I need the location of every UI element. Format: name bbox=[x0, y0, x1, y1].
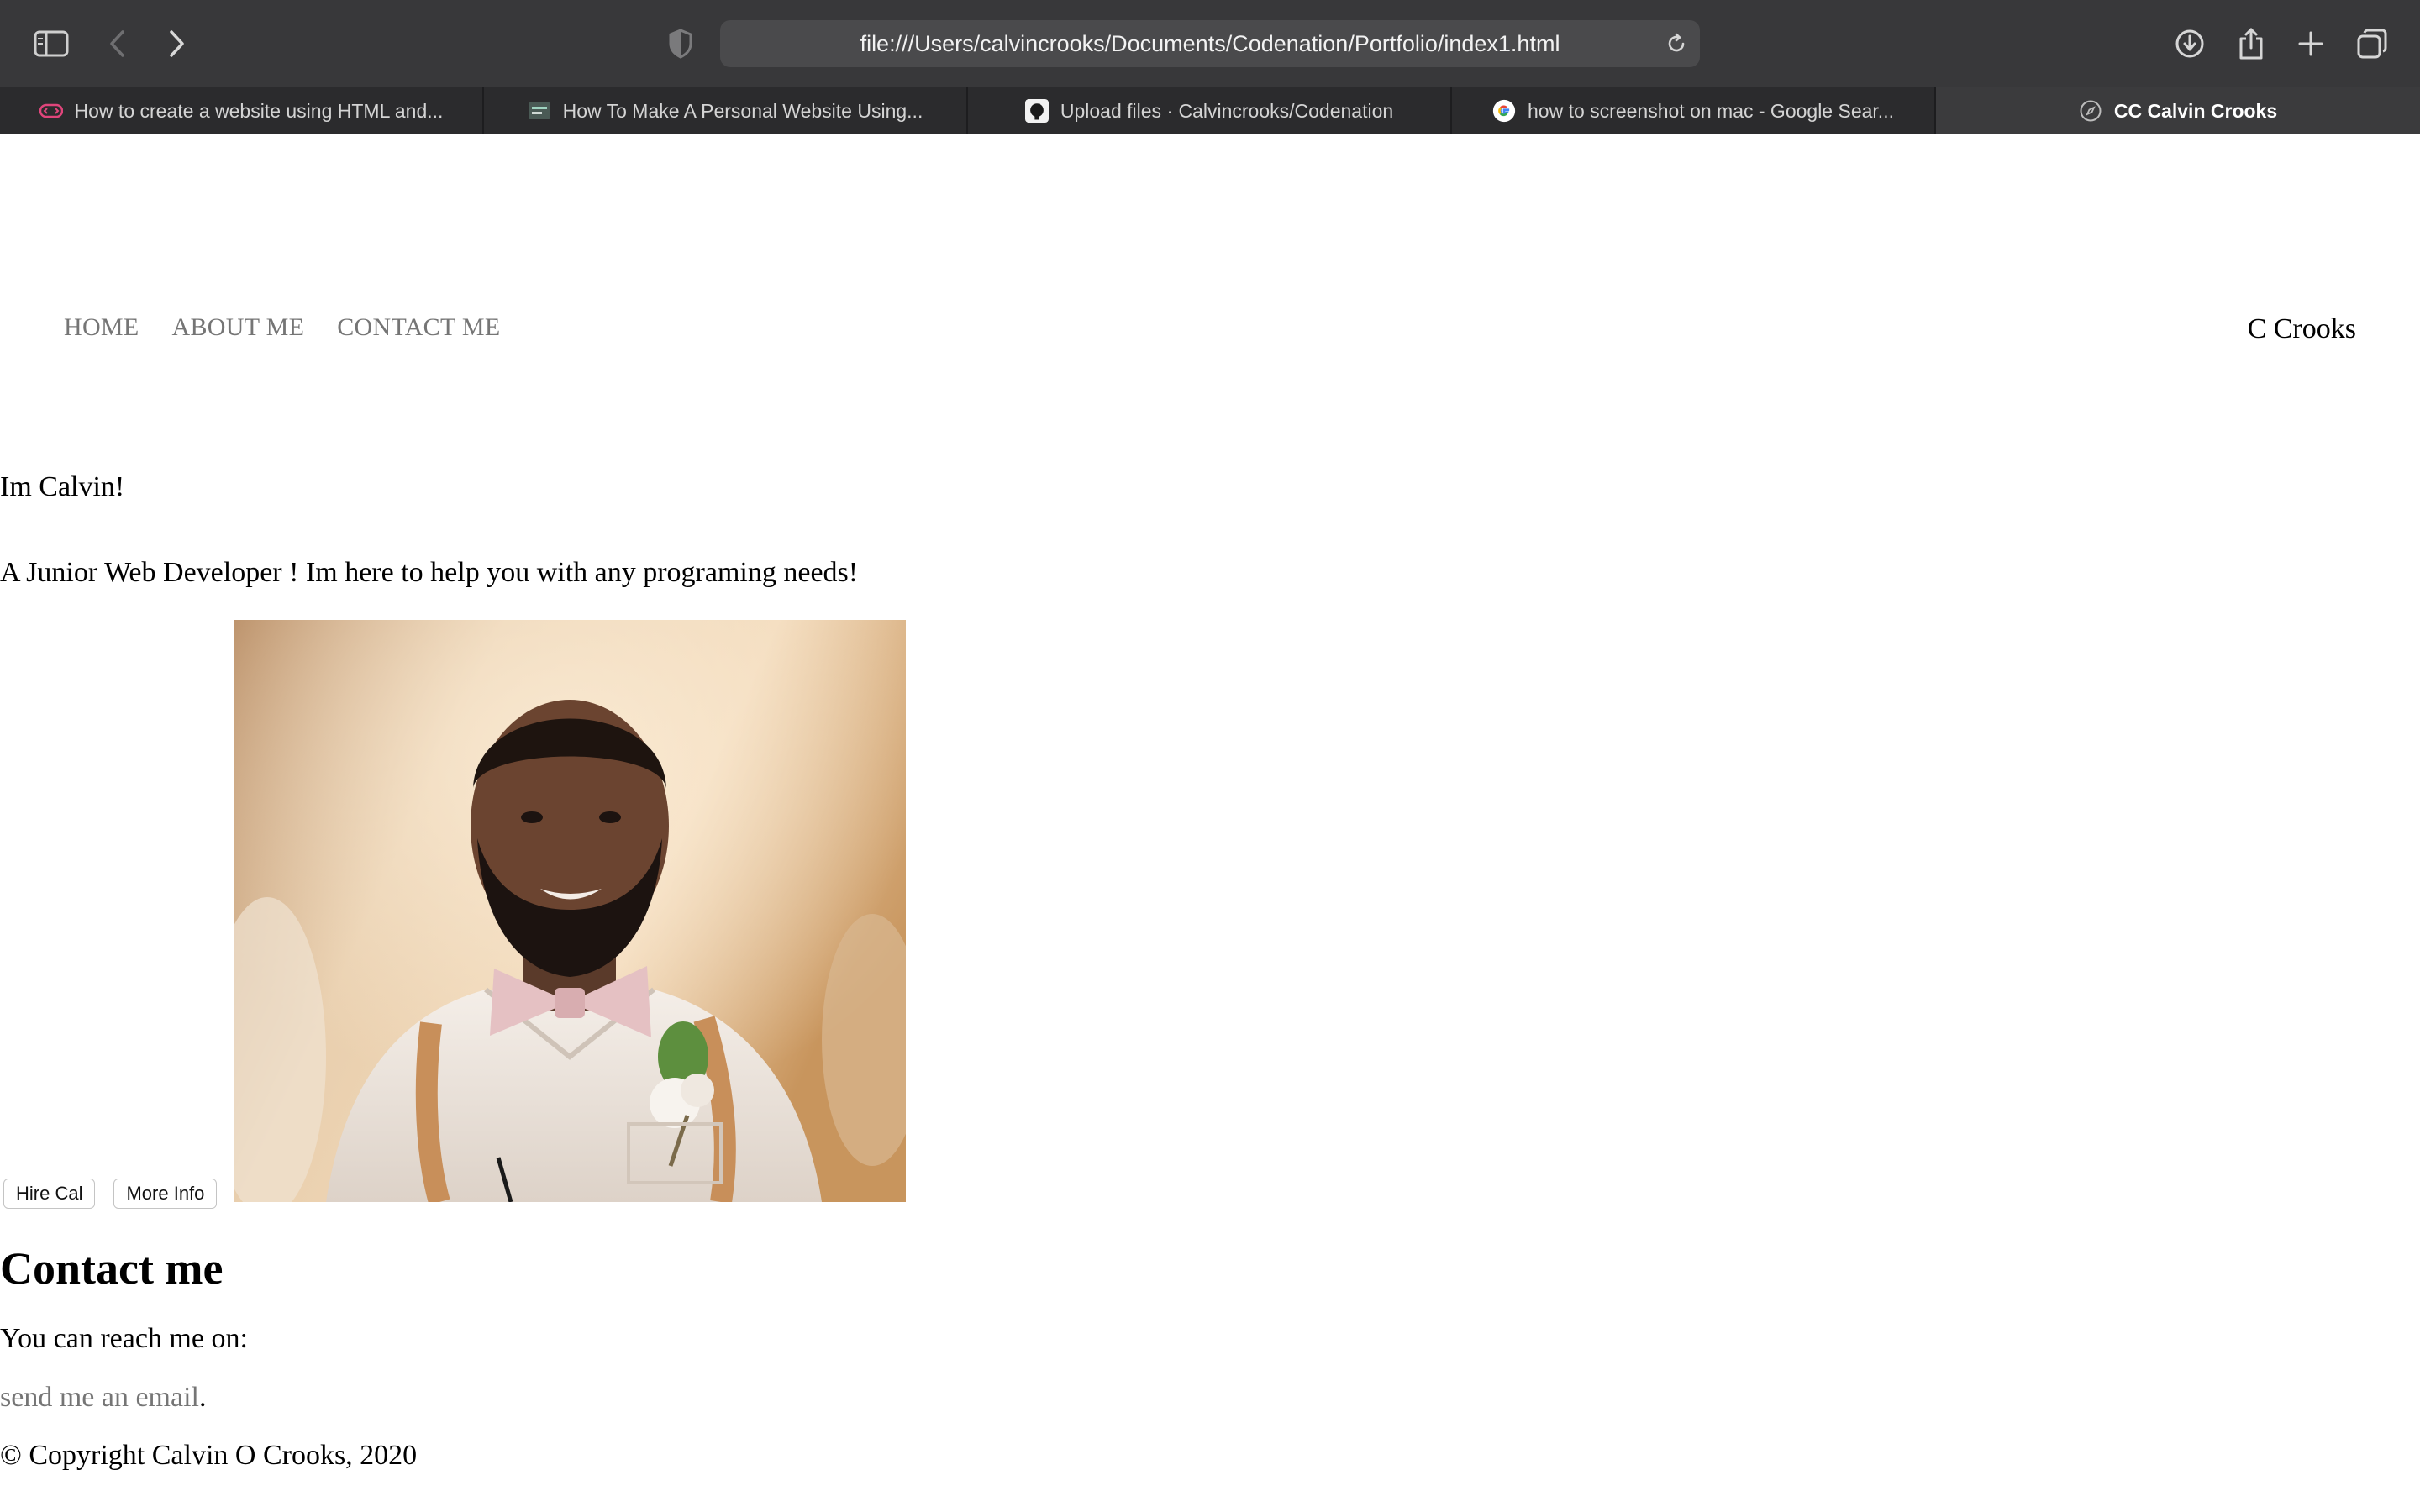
tab-calvin-crooks[interactable]: CC Calvin Crooks bbox=[1936, 87, 2420, 134]
new-tab-icon[interactable] bbox=[2287, 20, 2334, 67]
site-brand: C Crooks bbox=[2247, 313, 2356, 344]
tab-title: how to screenshot on mac - Google Sear..… bbox=[1528, 99, 1894, 122]
share-icon[interactable] bbox=[2228, 20, 2275, 67]
more-info-button[interactable]: More Info bbox=[113, 1179, 218, 1209]
forward-icon[interactable] bbox=[153, 20, 200, 67]
reach-text: You can reach me on: bbox=[0, 1323, 248, 1354]
tab-personal-website[interactable]: How To Make A Personal Website Using... bbox=[484, 87, 968, 134]
nav-about-link[interactable]: ABOUT ME bbox=[172, 313, 305, 342]
tab-html-tutorial[interactable]: How to create a website using HTML and..… bbox=[0, 87, 484, 134]
hire-button[interactable]: Hire Cal bbox=[3, 1179, 96, 1209]
privacy-shield-icon[interactable] bbox=[657, 20, 704, 67]
google-icon bbox=[1492, 99, 1516, 123]
nav-contact-link[interactable]: CONTACT ME bbox=[337, 313, 500, 342]
downloads-icon[interactable] bbox=[2166, 20, 2213, 67]
copyright-text: © Copyright Calvin O Crooks, 2020 bbox=[0, 1440, 418, 1471]
greeting: Im Calvin! bbox=[0, 471, 125, 502]
github-icon bbox=[1024, 99, 1049, 123]
email-line: send me an email. bbox=[0, 1382, 206, 1414]
tagline: A Junior Web Developer ! Im here to help… bbox=[0, 557, 859, 588]
profile-photo bbox=[234, 620, 906, 1202]
site-thumbnail-icon bbox=[528, 99, 551, 123]
nav-home-link[interactable]: HOME bbox=[64, 313, 139, 342]
contact-heading: Contact me bbox=[0, 1243, 224, 1294]
browser-toolbar: file:///Users/calvincrooks/Documents/Cod… bbox=[0, 0, 2420, 87]
email-link[interactable]: send me an email bbox=[0, 1382, 199, 1413]
sidebar-toggle-icon[interactable] bbox=[28, 20, 75, 67]
tab-title: Upload files · Calvincrooks/Codenation bbox=[1060, 99, 1394, 122]
tab-bar: How to create a website using HTML and..… bbox=[0, 87, 2420, 134]
tab-overview-icon[interactable] bbox=[2349, 20, 2396, 67]
web-page: HOME ABOUT ME CONTACT ME C Crooks Im Cal… bbox=[0, 135, 2420, 1512]
compass-icon bbox=[2079, 99, 2102, 123]
hero-buttons: Hire Cal More Info bbox=[3, 1179, 218, 1209]
tab-title: How To Make A Personal Website Using... bbox=[562, 99, 923, 122]
reload-icon[interactable] bbox=[1665, 32, 1688, 61]
tab-google-search[interactable]: how to screenshot on mac - Google Sear..… bbox=[1452, 87, 1936, 134]
tab-title: How to create a website using HTML and..… bbox=[74, 99, 444, 122]
address-bar[interactable]: file:///Users/calvincrooks/Documents/Cod… bbox=[720, 20, 1700, 67]
email-suffix: . bbox=[198, 1382, 207, 1413]
main-nav: HOME ABOUT ME CONTACT ME bbox=[64, 313, 500, 342]
tab-github-upload[interactable]: Upload files · Calvincrooks/Codenation bbox=[968, 87, 1452, 134]
code-tag-icon bbox=[39, 99, 63, 123]
tab-title: CC Calvin Crooks bbox=[2113, 99, 2278, 122]
back-icon[interactable] bbox=[94, 20, 141, 67]
url-text: file:///Users/calvincrooks/Documents/Cod… bbox=[860, 30, 1560, 56]
